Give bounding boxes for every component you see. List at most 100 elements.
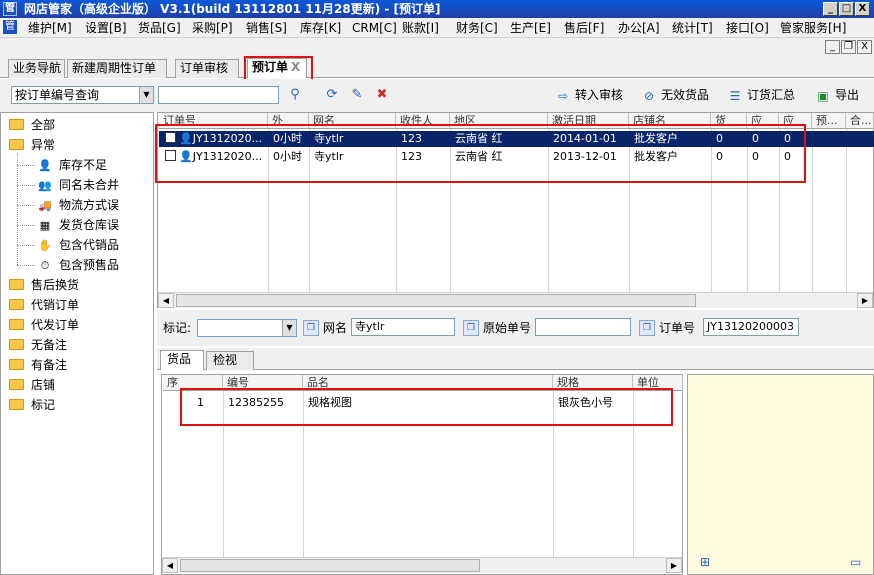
tab-inspect[interactable]: 检视 [206, 351, 254, 370]
column-header[interactable]: 预... [812, 113, 846, 129]
mdi-minimize-button[interactable]: _ [825, 40, 840, 54]
tree-item-stock-shortage[interactable]: 👤 库存不足 [37, 155, 107, 175]
tree-item-consign-order[interactable]: 代销订单 [9, 295, 79, 315]
copy-icon[interactable]: ❐ [463, 320, 479, 336]
detail-tabs: 货品 检视 [157, 348, 874, 370]
horizontal-scrollbar[interactable]: ◀ ▶ [158, 292, 873, 308]
invalid-goods-button[interactable]: ⊘ 无效货品 [641, 86, 709, 104]
copy-icon[interactable]: ❐ [639, 320, 655, 336]
search-icon[interactable]: ⚲ [287, 87, 303, 103]
maximize-button[interactable]: □ [839, 2, 854, 16]
tree-item-shop[interactable]: 店铺 [9, 375, 55, 395]
grid-line [633, 391, 634, 557]
tree-item-exception[interactable]: 异常 [9, 135, 55, 155]
chevron-down-icon[interactable]: ▼ [139, 87, 153, 103]
add-note-icon[interactable]: ⊞ [700, 555, 714, 569]
query-mode-select[interactable]: 按订单编号查询 ▼ [11, 86, 154, 104]
menu-accounts[interactable]: 账款[I] [402, 21, 439, 35]
menu-production[interactable]: 生产[E] [510, 21, 551, 35]
menu-sales[interactable]: 销售[S] [246, 21, 287, 35]
menu-purchase[interactable]: 采购[P] [192, 21, 233, 35]
menu-aftersale[interactable]: 售后[F] [564, 21, 604, 35]
table-row[interactable]: 👤JY1312020... 0小时 寺ytlr 123 云南省 红 2013-1… [159, 149, 874, 165]
column-header[interactable]: 店铺名 [629, 113, 711, 129]
menu-goods[interactable]: 货品[G] [138, 21, 181, 35]
search-input[interactable] [158, 86, 279, 104]
menu-stock[interactable]: 库存[K] [300, 21, 341, 35]
tree-item-presale[interactable]: ⏱ 包含预售品 [37, 255, 119, 275]
tab-new-periodic-order[interactable]: 新建周期性订单 [67, 59, 167, 78]
column-header[interactable]: 网名 [309, 113, 396, 129]
scroll-left-icon[interactable]: ◀ [158, 293, 174, 308]
column-header[interactable]: 外 [268, 113, 309, 129]
tree-item-mark[interactable]: 标记 [9, 395, 55, 415]
orig-order-field[interactable] [535, 318, 631, 336]
menu-maintain[interactable]: 维护[M] [28, 21, 72, 35]
row-checkbox[interactable] [165, 150, 176, 161]
user-warning-icon: 👤 [179, 150, 193, 163]
mdi-restore-button[interactable]: ❐ [841, 40, 856, 54]
transfer-audit-button[interactable]: ⇨ 转入审核 [555, 86, 623, 104]
menu-interface[interactable]: 接口[O] [726, 21, 769, 35]
scroll-right-icon[interactable]: ▶ [857, 293, 873, 308]
app-menu-icon[interactable]: 管 [3, 20, 17, 34]
tree-item-dropship-order[interactable]: 代发订单 [9, 315, 79, 335]
tree-item-consignment[interactable]: ✋ 包含代销品 [37, 235, 119, 255]
table-row[interactable]: 👤JY1312020... 0小时 寺ytlr 123 云南省 红 2014-0… [159, 131, 874, 147]
menu-stats[interactable]: 统计[T] [672, 21, 713, 35]
comment-icon[interactable]: ▭ [850, 555, 864, 569]
tab-goods[interactable]: 货品 [160, 350, 204, 370]
column-header[interactable]: 应 [747, 113, 779, 129]
tab-business-nav[interactable]: 业务导航 [8, 59, 65, 78]
tree-item-has-remark[interactable]: 有备注 [9, 355, 67, 375]
tree-item-all[interactable]: 全部 [9, 115, 55, 135]
menu-service[interactable]: 管家服务[H] [780, 21, 846, 35]
column-header[interactable]: 品名 [303, 375, 553, 391]
scroll-thumb[interactable] [180, 559, 480, 572]
scroll-left-icon[interactable]: ◀ [162, 558, 178, 573]
menu-crm[interactable]: CRM[C] [352, 21, 397, 35]
tree-item-unmerged[interactable]: 👥 同名未合并 [37, 175, 119, 195]
column-header[interactable]: 合... [846, 113, 874, 129]
tree-connector [17, 265, 35, 266]
tab-close-icon[interactable]: X [291, 60, 300, 74]
nick-field[interactable]: 寺ytlr [351, 318, 455, 336]
tree-item-no-remark[interactable]: 无备注 [9, 335, 67, 355]
order-no-field[interactable]: JY13120200003 [703, 318, 799, 336]
scroll-thumb[interactable] [176, 294, 696, 307]
tab-order-audit[interactable]: 订单审核 [175, 59, 239, 78]
column-header[interactable]: 货 [711, 113, 747, 129]
close-button[interactable]: X [855, 2, 870, 16]
tree-item-aftersale-exchange[interactable]: 售后换货 [9, 275, 79, 295]
edit-icon[interactable]: ✎ [349, 87, 365, 103]
column-header[interactable]: 地区 [450, 113, 548, 129]
column-header[interactable]: 订单号 [159, 113, 268, 129]
export-button[interactable]: ▣ 导出 [815, 86, 859, 104]
column-header[interactable]: 应 [779, 113, 812, 129]
table-row[interactable]: 1 12385255 规格视图 银灰色小号 [163, 395, 683, 411]
column-header[interactable]: 规格 [553, 375, 633, 391]
minimize-button[interactable]: _ [823, 2, 838, 16]
order-summary-button[interactable]: ☰ 订货汇总 [727, 86, 795, 104]
copy-icon[interactable]: ❐ [303, 320, 319, 336]
mark-select[interactable]: ▼ [197, 319, 297, 337]
scroll-right-icon[interactable]: ▶ [666, 558, 682, 573]
clock-icon: ⏱ [40, 258, 50, 272]
mdi-close-button[interactable]: X [857, 40, 872, 54]
tab-preorder[interactable]: 预订单 X [247, 58, 307, 78]
menu-office[interactable]: 办公[A] [618, 21, 660, 35]
column-header[interactable]: 收件人 [396, 113, 450, 129]
horizontal-scrollbar[interactable]: ◀ ▶ [162, 557, 682, 573]
menu-finance[interactable]: 财务[C] [456, 21, 498, 35]
menu-settings[interactable]: 设置[B] [85, 21, 127, 35]
row-checkbox[interactable] [165, 132, 176, 143]
refresh-icon[interactable]: ⟳ [324, 87, 340, 103]
column-header[interactable]: 编号 [223, 375, 303, 391]
column-header[interactable]: 单位 [633, 375, 683, 391]
tree-item-warehouse-error[interactable]: ▦ 发货仓库误 [37, 215, 119, 235]
column-header[interactable]: 激活日期 [548, 113, 629, 129]
tree-item-logistics-error[interactable]: 🚚 物流方式误 [37, 195, 119, 215]
delete-icon[interactable]: ✖ [374, 87, 390, 103]
column-header[interactable]: 序 [163, 375, 223, 391]
chevron-down-icon[interactable]: ▼ [282, 320, 296, 336]
